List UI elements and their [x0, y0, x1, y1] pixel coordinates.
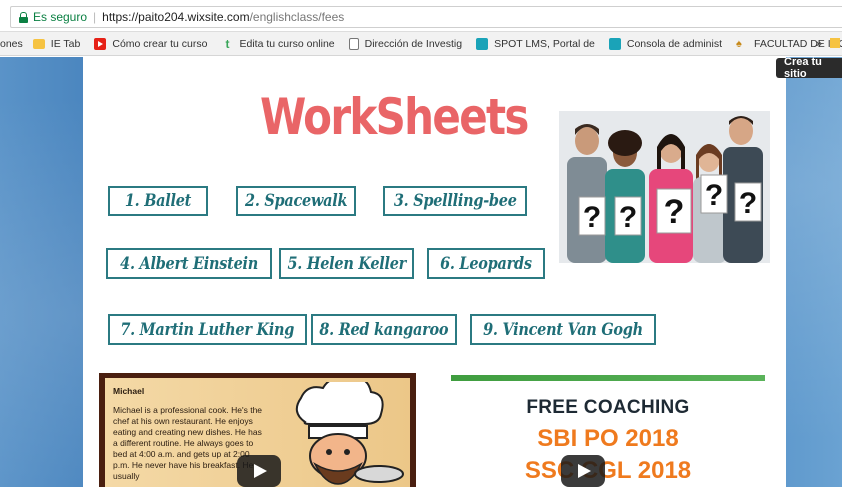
green-band — [451, 375, 765, 381]
bookmark-label: Edita tu curso online — [239, 37, 335, 50]
students-illustration: ? ? ? ? ? — [559, 111, 770, 263]
coaching-line-sbi: SBI PO 2018 — [537, 425, 679, 452]
svg-text:?: ? — [664, 193, 685, 231]
worksheet-label: 5. Helen Keller — [287, 253, 406, 274]
worksheet-albert-einstein-button[interactable]: 4. Albert Einstein — [106, 248, 272, 279]
bookmarks-bar: ones IE Tab Cómo crear tu curso t Edita t… — [0, 32, 842, 56]
bookmark-edita-curso[interactable]: t Edita tu curso online — [221, 38, 334, 50]
spot-icon — [476, 37, 489, 50]
video-free-coaching[interactable]: FREE COACHING SBI PO 2018 SSC CGL 2018 — [451, 375, 765, 487]
worksheet-label: 1. Ballet — [124, 191, 192, 211]
wix-create-site-tooltip[interactable]: Crea tu sitio — [776, 56, 842, 80]
faculty-icon: ♠ — [736, 37, 742, 50]
url-host: https://paito204.wixsite.com — [102, 10, 250, 24]
bookmark-label: ones — [0, 37, 23, 50]
worksheet-label: 6. Leopards — [440, 253, 532, 274]
worksheet-label: 8. Red kangaroo — [319, 319, 449, 340]
spot-icon — [608, 37, 621, 50]
lock-icon — [19, 11, 28, 23]
worksheet-label: 2. Spacewalk — [244, 191, 348, 211]
worksheet-label: 9. Vincent Van Gogh — [483, 319, 643, 340]
coaching-line-ssc: SSC CGL 2018 — [524, 457, 692, 484]
page-title: WorkSheets — [260, 88, 529, 146]
svg-text:?: ? — [739, 187, 757, 220]
worksheet-red-kangaroo-button[interactable]: 8. Red kangaroo — [311, 314, 457, 345]
bookmark-direccion[interactable]: Dirección de Investig — [348, 37, 463, 50]
bookmark-spot-lms[interactable]: SPOT LMS, Portal de — [476, 37, 595, 50]
reading-title: Michael — [113, 386, 145, 396]
video-michael[interactable]: Michael Michael is a professional cook. … — [99, 373, 416, 487]
worksheet-van-gogh-button[interactable]: 9. Vincent Van Gogh — [470, 314, 656, 345]
video-play-button[interactable] — [561, 455, 605, 487]
bookmark-facultad[interactable]: ♠ FACULTAD DE INGE — [736, 38, 842, 50]
bookmark-label: SPOT LMS, Portal de — [494, 37, 595, 50]
worksheet-spelling-bee-button[interactable]: 3. Spellling-bee — [383, 186, 527, 216]
worksheet-martin-luther-king-button[interactable]: 7. Martin Luther King — [108, 314, 307, 345]
t-icon: t — [225, 36, 230, 51]
bookmark-consola[interactable]: Consola de administ — [608, 37, 723, 50]
worksheet-helen-keller-button[interactable]: 5. Helen Keller — [279, 248, 414, 279]
svg-text:?: ? — [705, 179, 723, 212]
bookmark-label: FACULTAD DE INGE — [754, 37, 842, 50]
bookmark-label: Cómo crear tu curso — [112, 37, 208, 50]
worksheet-spacewalk-button[interactable]: 2. Spacewalk — [236, 186, 356, 216]
bookmark-crear-curso[interactable]: Cómo crear tu curso — [94, 37, 208, 50]
svg-text:?: ? — [583, 201, 601, 234]
coaching-heading: FREE COACHING — [526, 397, 690, 418]
bookmark-ie-tab[interactable]: IE Tab — [32, 37, 81, 50]
students-question-marks-image: ? ? ? ? ? — [559, 111, 770, 263]
youtube-icon — [94, 37, 107, 50]
svg-text:?: ? — [619, 201, 637, 234]
page-icon — [348, 37, 359, 50]
folder-icon[interactable] — [830, 38, 840, 48]
url-input[interactable]: Es seguro | https://paito204.wixsite.com… — [10, 6, 842, 28]
worksheet-leopards-button[interactable]: 6. Leopards — [427, 248, 545, 279]
folder-icon — [32, 38, 45, 49]
secure-label: Es seguro — [33, 10, 88, 24]
bookmark-label: Consola de administ — [626, 37, 723, 50]
address-bar: Es seguro | https://paito204.wixsite.com… — [0, 0, 842, 32]
bookmark-label: Dirección de Investig — [364, 37, 463, 50]
worksheet-label: 4. Albert Einstein — [120, 253, 258, 274]
worksheet-label: 3. Spellling-bee — [393, 191, 517, 211]
bookmarks-overflow-button[interactable]: » — [816, 38, 822, 50]
bookmark-apps[interactable]: ones — [0, 38, 23, 50]
url-path: /englishclass/fees — [249, 10, 345, 24]
worksheet-ballet-button[interactable]: 1. Ballet — [108, 186, 208, 216]
worksheet-label: 7. Martin Luther King — [120, 319, 295, 340]
bookmark-label: IE Tab — [50, 37, 81, 50]
video-play-button[interactable] — [237, 455, 281, 487]
url-separator: | — [93, 10, 97, 24]
chef-illustration — [295, 382, 404, 485]
